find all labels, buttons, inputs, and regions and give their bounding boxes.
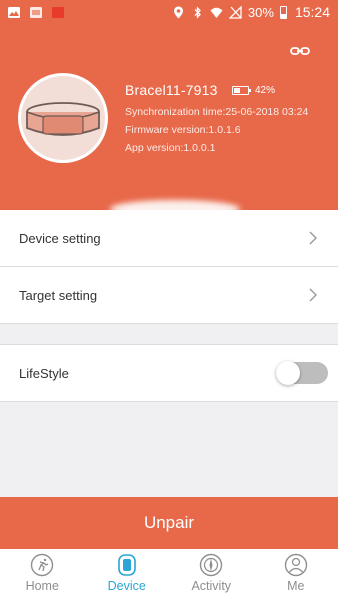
red-app-notification-icon bbox=[52, 6, 64, 18]
home-run-icon bbox=[31, 553, 54, 577]
toggle-knob bbox=[276, 361, 300, 385]
chevron-right-icon bbox=[309, 288, 317, 302]
nav-activity[interactable]: Activity bbox=[169, 549, 254, 600]
lifestyle-toggle[interactable] bbox=[276, 361, 328, 385]
device-avatar bbox=[18, 73, 108, 163]
nav-me-label: Me bbox=[287, 579, 305, 593]
nav-activity-label: Activity bbox=[191, 579, 232, 593]
device-battery-fill bbox=[234, 88, 241, 93]
image-notification-icon bbox=[8, 6, 20, 18]
notification-app-icon bbox=[30, 6, 42, 18]
nav-device[interactable]: Device bbox=[85, 549, 170, 600]
app-version: App version:1.0.0.1 bbox=[125, 142, 216, 154]
device-battery-icon bbox=[232, 86, 251, 95]
target-setting-row[interactable]: Target setting bbox=[0, 267, 338, 323]
device-band-icon bbox=[117, 554, 136, 576]
nav-home-label: Home bbox=[25, 579, 59, 593]
status-bar: 30% 15:24 bbox=[0, 0, 338, 24]
activity-compass-icon bbox=[200, 553, 223, 577]
status-battery-icon bbox=[279, 5, 287, 19]
firmware-version: Firmware version:1.0.1.6 bbox=[125, 124, 241, 136]
sync-time: Synchronization time:25-06-2018 03:24 bbox=[125, 106, 309, 118]
bluetooth-icon bbox=[194, 5, 201, 19]
chevron-right-icon bbox=[309, 231, 317, 245]
link-icon[interactable] bbox=[290, 46, 310, 56]
device-battery: 42% bbox=[232, 85, 275, 96]
wifi-icon bbox=[210, 7, 223, 18]
device-header: Bracel11-7913 42% Synchronization time:2… bbox=[0, 24, 338, 218]
device-setting-label: Device setting bbox=[19, 230, 101, 246]
nav-me[interactable]: Me bbox=[254, 549, 338, 600]
device-battery-label: 42% bbox=[255, 85, 276, 96]
target-setting-label: Target setting bbox=[19, 287, 98, 303]
nav-home[interactable]: Home bbox=[0, 549, 85, 600]
person-icon bbox=[284, 553, 307, 577]
status-battery-percent: 30% bbox=[247, 4, 274, 20]
section-gap bbox=[0, 324, 338, 344]
lifestyle-label: LifeStyle bbox=[19, 365, 69, 381]
device-name: Bracel11-7913 bbox=[125, 82, 218, 98]
no-signal-icon bbox=[228, 5, 242, 19]
divider bbox=[0, 401, 338, 402]
bracelet-icon bbox=[26, 102, 100, 136]
lifestyle-row: LifeStyle bbox=[0, 345, 338, 401]
status-time: 15:24 bbox=[294, 4, 330, 20]
device-setting-row[interactable]: Device setting bbox=[0, 210, 338, 266]
bottom-navigation: Home Device Activity Me bbox=[0, 549, 338, 600]
location-icon bbox=[173, 6, 183, 18]
unpair-button[interactable]: Unpair bbox=[0, 497, 338, 549]
nav-device-label: Device bbox=[107, 579, 146, 593]
